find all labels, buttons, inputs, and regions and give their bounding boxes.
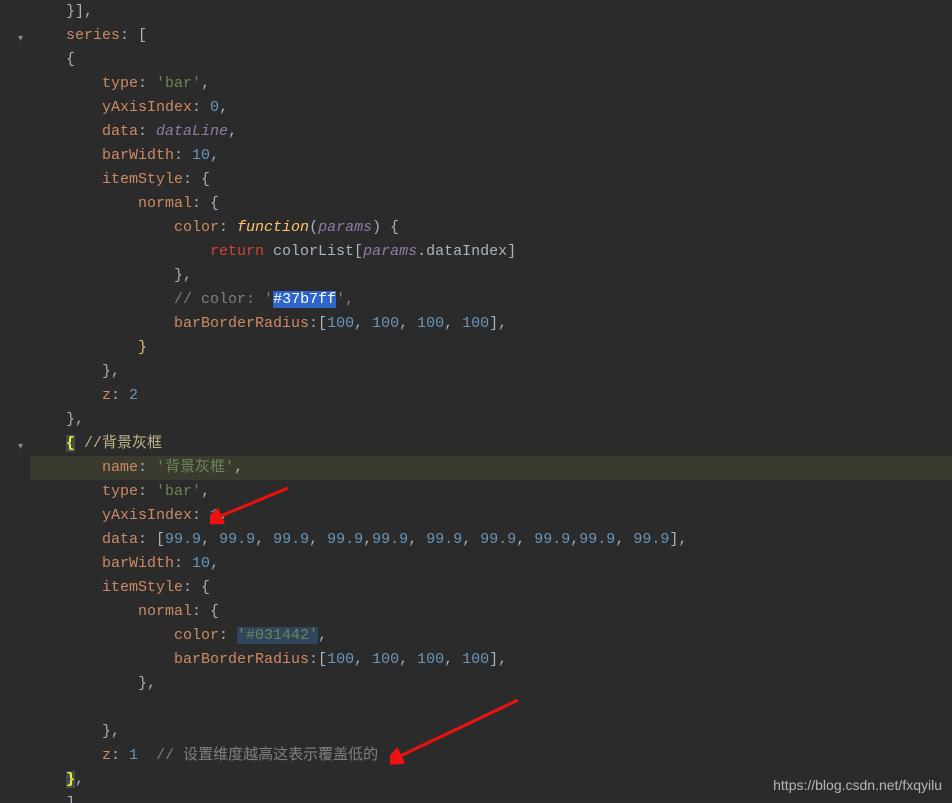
code-line: }], (30, 0, 952, 24)
code-line: }, (30, 264, 952, 288)
code-line: }, (30, 672, 952, 696)
code-line: }, (30, 408, 952, 432)
code-line: z: 1 // 设置维度越高这表示覆盖低的 (30, 744, 952, 768)
code-line: normal: { (30, 192, 952, 216)
code-line: data: dataLine, (30, 120, 952, 144)
search-match: '#031442' (237, 627, 318, 644)
code-line: { //背景灰框 (30, 432, 952, 456)
code-line: barBorderRadius:[100, 100, 100, 100], (30, 648, 952, 672)
code-line: barBorderRadius:[100, 100, 100, 100], (30, 312, 952, 336)
code-line: z: 2 (30, 384, 952, 408)
code-line: // color: '#37b7ff', (30, 288, 952, 312)
matched-brace: } (66, 771, 75, 788)
code-line: itemStyle: { (30, 576, 952, 600)
code-line: yAxisIndex: 0, (30, 96, 952, 120)
code-line: barWidth: 10, (30, 144, 952, 168)
code-line: normal: { (30, 600, 952, 624)
code-line: data: [99.9, 99.9, 99.9, 99.9,99.9, 99.9… (30, 528, 952, 552)
code-line: series: [ (30, 24, 952, 48)
code-line: color: '#031442', (30, 624, 952, 648)
code-line: yAxisIndex: 1, (30, 504, 952, 528)
code-line: { (30, 48, 952, 72)
matched-brace: { (66, 435, 75, 452)
code-line (30, 696, 952, 720)
code-line: }, (30, 360, 952, 384)
watermark: https://blog.csdn.net/fxqyilu (773, 773, 942, 797)
code-line: name: '背景灰框', (30, 456, 952, 480)
fold-icon[interactable]: ▾ (18, 28, 23, 52)
code-line: }, (30, 720, 952, 744)
code-line: } (30, 336, 952, 360)
code-line: color: function(params) { (30, 216, 952, 240)
code-line: barWidth: 10, (30, 552, 952, 576)
selected-text: #37b7ff (273, 291, 336, 308)
code-editor[interactable]: }], series: [ { type: 'bar', yAxisIndex:… (0, 0, 952, 803)
code-line: type: 'bar', (30, 480, 952, 504)
code-line: itemStyle: { (30, 168, 952, 192)
fold-icon[interactable]: ▾ (18, 436, 23, 460)
code-line: type: 'bar', (30, 72, 952, 96)
code-line: return colorList[params.dataIndex] (30, 240, 952, 264)
